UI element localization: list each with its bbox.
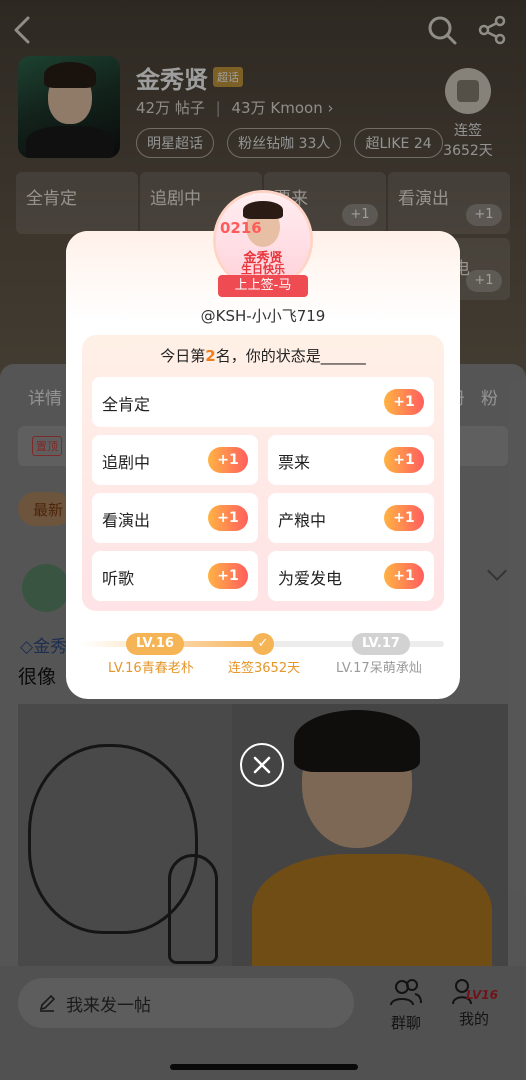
- question-prefix: 今日第: [160, 347, 206, 365]
- question-rank: 2: [205, 347, 216, 365]
- modal-username: @KSH-小小飞719: [200, 307, 326, 325]
- birthday-date: 0216: [220, 219, 262, 237]
- option-label: 追剧中: [102, 453, 151, 472]
- status-option-show[interactable]: 看演出 +1: [92, 493, 258, 543]
- plus-one-button[interactable]: +1: [208, 505, 248, 531]
- plus-one-button[interactable]: +1: [384, 505, 424, 531]
- checkin-status-modal: 0216 金秀贤 生日快乐 上上签-马 @KSH-小小飞719 今日第2名，你的…: [66, 193, 460, 699]
- close-icon[interactable]: [240, 743, 284, 787]
- birthday-avatar: 0216 金秀贤 生日快乐: [216, 193, 310, 287]
- option-label: 听歌: [102, 569, 135, 588]
- status-option-love[interactable]: 为爱发电 +1: [268, 551, 434, 601]
- option-label: 产粮中: [278, 511, 327, 530]
- status-option-affirm[interactable]: 全肯定 +1: [92, 377, 434, 427]
- current-level-label: LV.16青春老朴: [108, 661, 194, 676]
- plus-one-button[interactable]: +1: [208, 447, 248, 473]
- plus-one-button[interactable]: +1: [384, 563, 424, 589]
- fortune-ribbon: 上上签-马: [218, 275, 308, 297]
- check-icon: ✓: [252, 633, 274, 655]
- status-question: 今日第2名，你的状态是______: [82, 345, 444, 366]
- birthday-avatar-hair: [243, 201, 283, 219]
- next-level-badge: LV.17: [352, 633, 410, 655]
- plus-one-button[interactable]: +1: [384, 447, 424, 473]
- status-option-ticket[interactable]: 票来 +1: [268, 435, 434, 485]
- status-option-music[interactable]: 听歌 +1: [92, 551, 258, 601]
- option-label: 票来: [278, 453, 311, 472]
- status-panel: 今日第2名，你的状态是______ 全肯定 +1 追剧中 +1 票来 +1 看演…: [82, 335, 444, 611]
- plus-one-button[interactable]: +1: [208, 563, 248, 589]
- current-level-badge: LV.16: [126, 633, 184, 655]
- status-option-drama[interactable]: 追剧中 +1: [92, 435, 258, 485]
- next-level-label: LV.17呆萌承灿: [336, 661, 422, 676]
- checkin-streak-label: 连签3652天: [228, 661, 301, 676]
- option-label: 看演出: [102, 511, 151, 530]
- question-suffix: 名，你的状态是______: [215, 347, 366, 365]
- plus-one-button[interactable]: +1: [384, 389, 424, 415]
- status-option-fanart[interactable]: 产粮中 +1: [268, 493, 434, 543]
- option-label: 全肯定: [102, 395, 151, 414]
- option-label: 为爱发电: [278, 569, 343, 588]
